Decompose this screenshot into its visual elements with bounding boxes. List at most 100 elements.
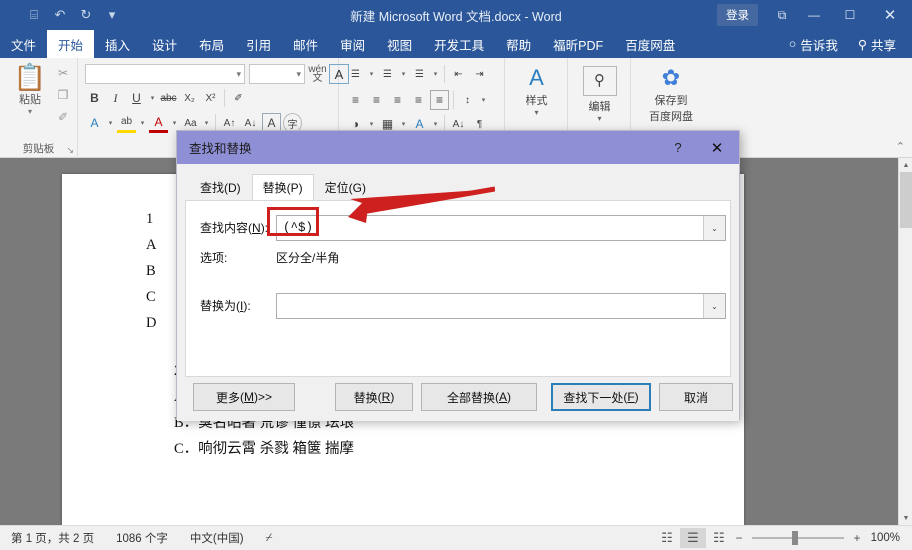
vertical-scrollbar[interactable]: ▲ ▼ (898, 158, 912, 525)
increase-indent-icon[interactable]: ⇥ (470, 64, 489, 84)
page-info[interactable]: 第 1 页，共 2 页 (0, 530, 105, 546)
sign-in-button[interactable]: 登录 (717, 4, 758, 26)
customize-qat-icon[interactable]: ▾ (100, 4, 124, 26)
chevron-down-icon[interactable]: ▾ (399, 120, 408, 128)
tab-developer[interactable]: 开发工具 (423, 30, 495, 58)
dialog-tab-find[interactable]: 查找(D) (189, 174, 252, 202)
decrease-indent-icon[interactable]: ⇤ (449, 64, 468, 84)
zoom-slider[interactable] (752, 528, 844, 548)
tab-layout[interactable]: 布局 (188, 30, 235, 58)
share-button[interactable]: ⚲ 共享 (850, 35, 904, 54)
multilevel-list-icon[interactable]: ☰ (410, 64, 429, 84)
format-painter-icon[interactable]: ✐ (54, 110, 72, 124)
align-left-icon[interactable]: ≡ (346, 90, 365, 110)
underline-button[interactable]: U (127, 88, 146, 108)
line-spacing-icon[interactable]: ↕ (458, 90, 477, 110)
tab-mailings[interactable]: 邮件 (282, 30, 329, 58)
bullets-icon[interactable]: ☰ (346, 64, 365, 84)
replace-all-button[interactable]: 全部替换(A) (421, 383, 537, 411)
phonetic-guide-icon[interactable]: wén 文 (308, 63, 327, 85)
distribute-icon[interactable]: ≡ (430, 90, 449, 110)
font-name-combo[interactable]: ▾ (85, 64, 245, 84)
chevron-down-icon[interactable]: ▾ (138, 119, 147, 127)
text-effects-icon[interactable]: A (85, 113, 104, 133)
superscript-button[interactable]: X² (201, 88, 220, 108)
dialog-tab-goto[interactable]: 定位(G) (314, 174, 377, 202)
align-right-icon[interactable]: ≡ (388, 90, 407, 110)
tab-view[interactable]: 视图 (376, 30, 423, 58)
font-size-combo[interactable]: ▾ (249, 64, 305, 84)
tab-review[interactable]: 审阅 (329, 30, 376, 58)
font-color-icon[interactable]: A (149, 113, 168, 133)
tab-help[interactable]: 帮助 (495, 30, 542, 58)
chevron-down-icon[interactable]: ▾ (8, 107, 52, 116)
dialog-close-icon[interactable]: ✕ (695, 131, 739, 164)
save-icon[interactable]: ⌸ (22, 4, 46, 26)
clipboard-dialog-launcher-icon[interactable]: ↘ (66, 145, 74, 156)
ribbon-display-options-icon[interactable]: ⧉ (768, 0, 796, 30)
tab-references[interactable]: 引用 (235, 30, 282, 58)
zoom-out-button[interactable]: − (732, 531, 746, 545)
maximize-button[interactable]: ☐ (832, 0, 868, 30)
paste-button[interactable]: 📋 粘贴 ▾ (8, 64, 52, 116)
tab-foxit-pdf[interactable]: 福昕PDF (542, 30, 614, 58)
language-indicator[interactable]: 中文(中国) (179, 530, 255, 546)
tab-design[interactable]: 设计 (141, 30, 188, 58)
tab-baidu-netdisk[interactable]: 百度网盘 (614, 30, 686, 58)
replace-input[interactable] (277, 294, 703, 318)
zoom-level[interactable]: 100% (864, 532, 904, 544)
chevron-down-icon[interactable]: ⌄ (703, 294, 725, 318)
copy-icon[interactable]: ❐ (54, 88, 72, 102)
tell-me-button[interactable]: ○ 告诉我 (781, 35, 846, 54)
close-button[interactable]: ✕ (868, 0, 912, 30)
collapse-ribbon-icon[interactable]: ⌃ (896, 140, 905, 153)
text-highlight-icon[interactable]: ab (117, 113, 136, 133)
replace-button[interactable]: 替换(R) (335, 383, 413, 411)
zoom-slider-handle[interactable] (792, 531, 798, 545)
scroll-up-icon[interactable]: ▲ (899, 158, 912, 172)
align-center-icon[interactable]: ≡ (367, 90, 386, 110)
find-and-replace-dialog[interactable]: 查找和替换 ? ✕ 查找(D) 替换(P) 定位(G) 查找内容(N): (^$… (176, 130, 740, 421)
chevron-down-icon[interactable]: ▾ (170, 119, 179, 127)
styles-button[interactable]: A 样式 ▾ (506, 66, 567, 118)
cut-icon[interactable]: ✂ (54, 66, 72, 80)
subscript-button[interactable]: X₂ (180, 88, 199, 108)
chevron-down-icon[interactable]: ⌄ (703, 216, 725, 240)
view-read-mode-icon[interactable]: ☷ (654, 528, 680, 548)
strikethrough-button[interactable]: abc (159, 88, 178, 108)
view-print-layout-icon[interactable]: ☰ (680, 528, 706, 548)
help-icon[interactable]: ? (661, 131, 695, 164)
chevron-down-icon[interactable]: ▾ (236, 69, 241, 80)
find-input[interactable] (277, 216, 703, 240)
chevron-down-icon[interactable]: ▾ (296, 69, 301, 80)
chevron-down-icon[interactable]: ▾ (431, 70, 440, 78)
cancel-button[interactable]: 取消 (659, 383, 733, 411)
italic-button[interactable]: I (106, 88, 125, 108)
chevron-down-icon[interactable]: ▾ (399, 70, 408, 78)
view-web-layout-icon[interactable]: ☷ (706, 528, 732, 548)
chevron-down-icon[interactable]: ▾ (479, 96, 488, 104)
chevron-down-icon[interactable]: ▾ (202, 119, 211, 127)
zoom-in-button[interactable]: + (850, 531, 864, 545)
chevron-down-icon[interactable]: ▾ (367, 70, 376, 78)
justify-icon[interactable]: ≡ (409, 90, 428, 110)
chevron-down-icon[interactable]: ▾ (367, 120, 376, 128)
proofing-icon[interactable]: ⌿ (255, 532, 284, 545)
chevron-down-icon[interactable]: ▾ (106, 119, 115, 127)
bold-button[interactable]: B (85, 88, 104, 108)
dialog-tab-replace[interactable]: 替换(P) (251, 174, 314, 202)
chevron-down-icon[interactable]: ▾ (569, 114, 630, 123)
undo-icon[interactable]: ↶ (48, 4, 72, 26)
replace-input-combo[interactable]: ⌄ (276, 293, 726, 319)
scroll-down-icon[interactable]: ▼ (899, 511, 912, 525)
chevron-down-icon[interactable]: ▾ (431, 120, 440, 128)
clear-formatting-icon[interactable]: ✐ (229, 88, 248, 108)
chevron-down-icon[interactable]: ▾ (148, 94, 157, 102)
redo-icon[interactable]: ↻ (74, 4, 98, 26)
minimize-button[interactable]: — (796, 0, 832, 30)
chevron-down-icon[interactable]: ▾ (506, 108, 567, 117)
numbering-icon[interactable]: ☰ (378, 64, 397, 84)
more-button[interactable]: 更多(M) >> (193, 383, 295, 411)
editing-button[interactable]: ⚲ 编辑 ▾ (569, 66, 630, 123)
find-next-button[interactable]: 查找下一处(F) (551, 383, 651, 411)
